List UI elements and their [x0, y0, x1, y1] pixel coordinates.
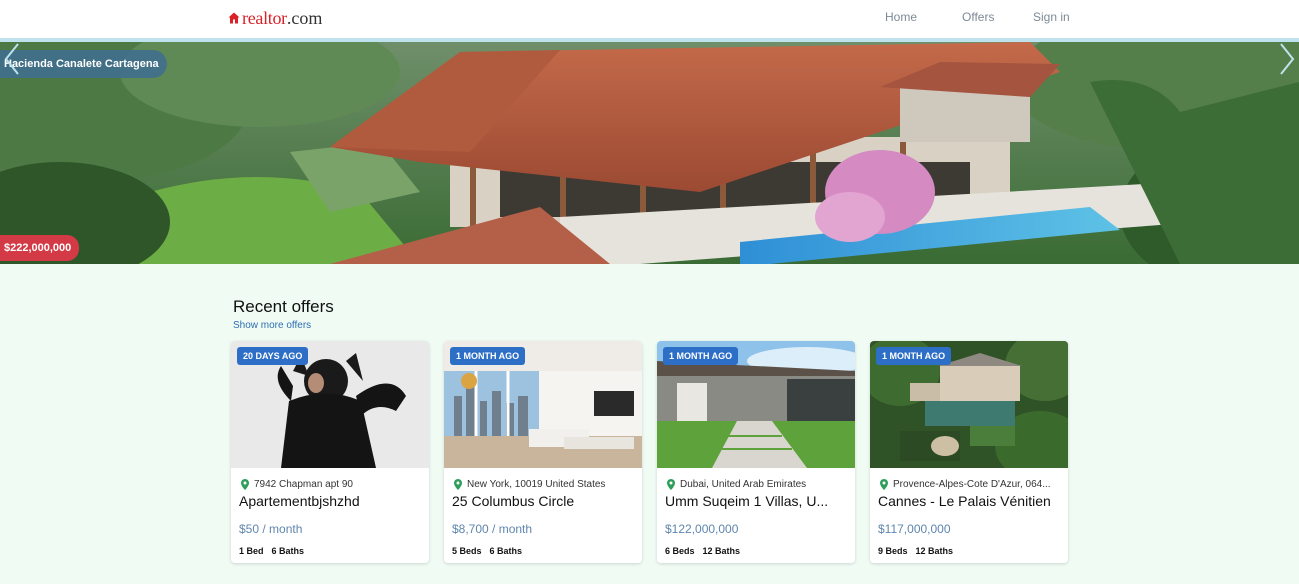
hero-carousel[interactable]: Hacienda Canalete Cartagena $222,000,000 — [0, 42, 1299, 264]
top-nav-bar: realtor .com Home Offers Sign in — [0, 0, 1299, 38]
hero-property-price: $222,000,000 — [0, 235, 80, 261]
listing-title: Umm Suqeim 1 Villas, U... — [665, 493, 829, 509]
show-more-offers-link[interactable]: Show more offers — [233, 320, 311, 331]
nav-sign-in-link[interactable]: Sign in — [1033, 10, 1070, 24]
listing-baths: 6 Baths — [489, 546, 523, 556]
nav-offers-link[interactable]: Offers — [962, 10, 994, 24]
listing-location-text: Dubai, United Arab Emirates — [680, 478, 807, 490]
listing-location-text: New York, 10019 United States — [467, 478, 606, 490]
listing-age-badge: 1 MONTH AGO — [876, 347, 952, 365]
listing-age-badge: 1 MONTH AGO — [663, 347, 739, 365]
offer-photo: 1 MONTH AGO — [657, 341, 855, 468]
listing-specs: 6 Beds 12 Baths — [665, 546, 748, 556]
offer-card[interactable]: 1 MONTH AGO Provence-Alpes-Cote D'Azur, … — [870, 341, 1068, 563]
hero-property-title: Hacienda Canalete Cartagena — [0, 50, 167, 78]
location-pin-icon — [241, 478, 249, 490]
offer-card[interactable]: 20 DAYS AGO 7942 Chapman apt 90 Aparteme… — [231, 341, 429, 563]
hero-property-photo — [0, 42, 1299, 264]
listing-location: Dubai, United Arab Emirates — [667, 477, 851, 491]
listing-location-text: Provence-Alpes-Cote D'Azur, 064... — [893, 478, 1051, 490]
listing-title: Cannes - Le Palais Vénitien — [878, 493, 1051, 509]
listing-location: Provence-Alpes-Cote D'Azur, 064... — [880, 477, 1064, 491]
listing-price: $122,000,000 — [665, 522, 739, 536]
listing-age-badge: 20 DAYS AGO — [237, 347, 309, 365]
location-pin-icon — [454, 478, 462, 490]
listing-beds: 5 Beds — [452, 546, 482, 556]
listing-baths: 6 Baths — [271, 546, 305, 556]
listing-specs: 5 Beds 6 Baths — [452, 546, 530, 556]
chevron-right-icon[interactable] — [1278, 42, 1296, 76]
listing-price: $117,000,000 — [878, 522, 951, 536]
listing-beds: 9 Beds — [878, 546, 908, 556]
offer-photo: 1 MONTH AGO — [870, 341, 1068, 468]
listing-location-text: 7942 Chapman apt 90 — [254, 478, 353, 490]
listing-specs: 1 Bed 6 Baths — [239, 546, 312, 556]
listing-location: New York, 10019 United States — [454, 477, 638, 491]
location-pin-icon — [667, 478, 675, 490]
location-pin-icon — [880, 478, 888, 490]
listing-price: $8,700 / month — [452, 522, 533, 536]
nav-home-link[interactable]: Home — [885, 10, 917, 24]
chevron-left-icon[interactable] — [3, 42, 21, 76]
offer-photo: 20 DAYS AGO — [231, 341, 429, 468]
listing-baths: 12 Baths — [915, 546, 954, 556]
listing-specs: 9 Beds 12 Baths — [878, 546, 961, 556]
offer-photo: 1 MONTH AGO — [444, 341, 642, 468]
recent-offers-heading: Recent offers — [233, 297, 334, 316]
listing-title: Apartementbjshzhd — [239, 493, 360, 509]
listing-baths: 12 Baths — [702, 546, 741, 556]
listing-age-badge: 1 MONTH AGO — [450, 347, 526, 365]
listing-price: $50 / month — [239, 522, 303, 536]
offer-card[interactable]: 1 MONTH AGO New York, 10019 United State… — [444, 341, 642, 563]
logo-wordmark: realtor — [242, 7, 287, 28]
listing-location: 7942 Chapman apt 90 — [241, 477, 425, 491]
listing-title: 25 Columbus Circle — [452, 493, 575, 509]
listing-beds: 6 Beds — [665, 546, 695, 556]
offer-card[interactable]: 1 MONTH AGO Dubai, United Arab Emirates … — [657, 341, 855, 563]
realtor-logo[interactable]: realtor .com — [228, 8, 322, 28]
house-logo-icon — [228, 12, 240, 24]
logo-suffix: .com — [286, 7, 323, 28]
listing-beds: 1 Bed — [239, 546, 264, 556]
